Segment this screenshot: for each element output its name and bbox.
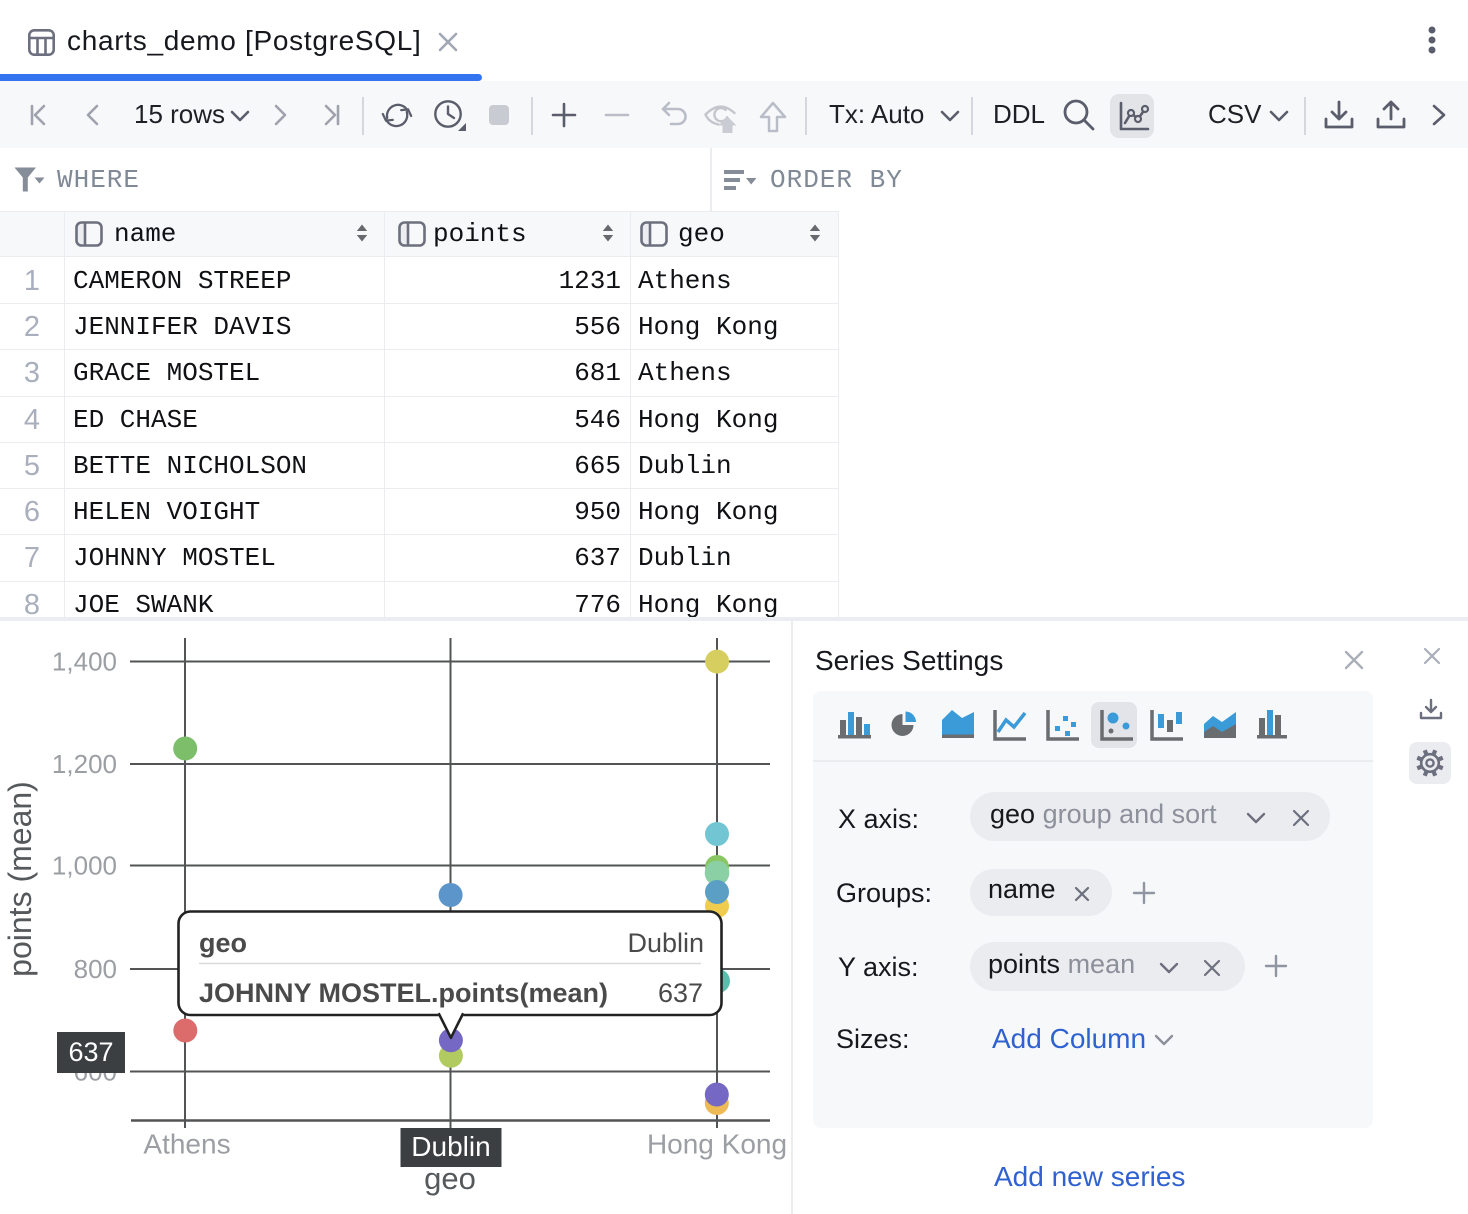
svg-text:1,200: 1,200 — [52, 749, 117, 779]
svg-text:1,000: 1,000 — [52, 851, 117, 881]
svg-text:Dublin: Dublin — [627, 928, 704, 958]
svg-text:Athens: Athens — [143, 1129, 230, 1160]
svg-text:geo: geo — [199, 928, 247, 958]
svg-text:1,400: 1,400 — [52, 647, 117, 677]
svg-text:800: 800 — [74, 954, 117, 984]
svg-text:JOHNNY MOSTEL.points(mean): JOHNNY MOSTEL.points(mean) — [199, 978, 608, 1008]
svg-text:Hong Kong: Hong Kong — [647, 1129, 787, 1160]
svg-text:points (mean): points (mean) — [2, 781, 38, 977]
svg-text:637: 637 — [658, 978, 703, 1008]
svg-text:Dublin: Dublin — [411, 1131, 490, 1162]
svg-text:637: 637 — [68, 1037, 113, 1067]
